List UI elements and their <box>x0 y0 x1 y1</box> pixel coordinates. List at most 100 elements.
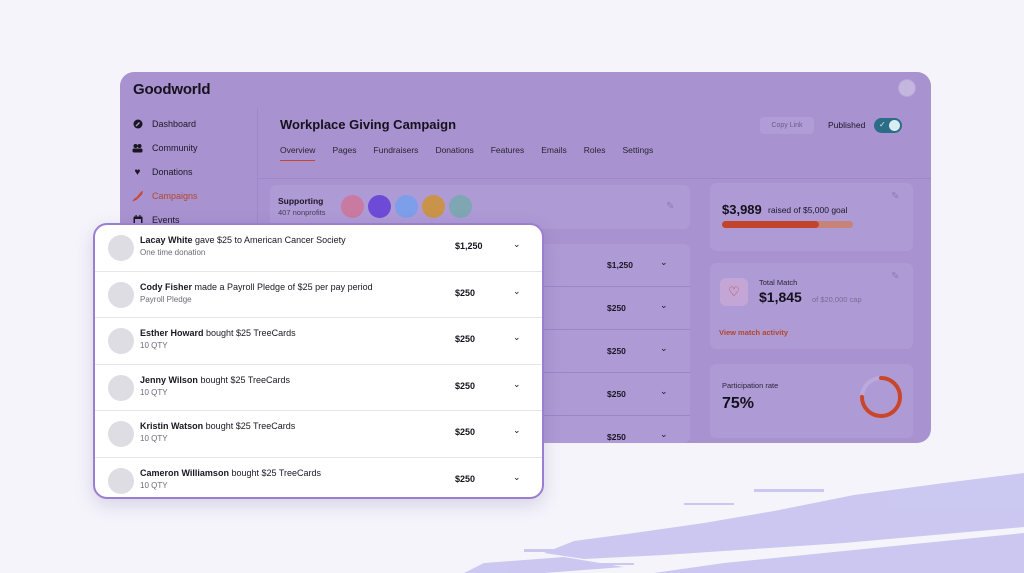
chevron-down-icon[interactable]: ⌄ <box>660 386 668 397</box>
activity-action: bought $25 TreeCards <box>197 374 290 385</box>
sidebar-item-dashboard[interactable]: Dashboard <box>132 112 252 136</box>
chevron-down-icon[interactable]: ⌄ <box>513 472 521 483</box>
nonprofit-avatar[interactable] <box>449 195 472 218</box>
sidebar-item-community[interactable]: Community <box>132 136 252 160</box>
donor-name: Cameron Williamson <box>140 467 229 478</box>
chevron-down-icon[interactable]: ⌄ <box>660 429 668 440</box>
supporting-title: Supporting <box>278 196 324 206</box>
sidebar-item-label: Donations <box>152 167 193 177</box>
chevron-down-icon[interactable]: ⌄ <box>660 257 668 268</box>
check-icon: ✓ <box>879 120 886 129</box>
activity-text: Cody Fisher made a Payroll Pledge of $25… <box>140 282 373 292</box>
list-item[interactable]: Lacay White gave $25 to American Cancer … <box>95 225 542 272</box>
donation-amount: $250 <box>607 432 626 442</box>
supporting-count: 407 nonprofits <box>278 208 326 217</box>
list-item[interactable]: Esther Howard bought $25 TreeCards 10 QT… <box>95 318 542 365</box>
activity-detail: 10 QTY <box>140 434 168 443</box>
activity-action: bought $25 TreeCards <box>228 467 321 478</box>
campaign-icon <box>132 190 143 202</box>
donation-amount: $250 <box>607 303 626 313</box>
donation-amount: $250 <box>607 346 626 356</box>
nonprofit-avatar[interactable] <box>422 195 445 218</box>
published-toggle[interactable]: ✓ <box>874 118 902 133</box>
tab-features[interactable]: Features <box>491 145 525 161</box>
sidebar-item-label: Dashboard <box>152 119 197 129</box>
tab-settings[interactable]: Settings <box>623 145 654 161</box>
activity-amount: $250 <box>455 427 476 437</box>
total-match-card: ♡ Total Match $1,845 of $20,000 cap View… <box>710 263 913 349</box>
activity-amount: $250 <box>455 380 476 391</box>
tab-pages[interactable]: Pages <box>332 145 356 161</box>
activity-detail: Payroll Pledge <box>140 294 192 304</box>
participation-card: Participation rate 75% <box>710 364 913 438</box>
activity-detail: 10 QTY <box>140 480 168 490</box>
tab-donations[interactable]: Donations <box>435 145 473 161</box>
heart-icon: ♥ <box>134 166 141 178</box>
avatar <box>108 235 134 261</box>
activity-text: Kristin Watson bought $25 TreeCards <box>140 421 295 431</box>
activity-detail: 10 QTY <box>140 387 168 397</box>
total-match-amount: $1,845 <box>759 289 802 305</box>
edit-icon[interactable]: ✎ <box>666 201 674 212</box>
heart-icon: ♡ <box>720 278 748 306</box>
donor-name: Jenny Wilson <box>140 374 198 385</box>
sidebar-item-campaigns[interactable]: Campaigns <box>132 184 252 208</box>
avatar <box>108 374 134 401</box>
activity-detail: One time donation <box>140 248 206 257</box>
activity-amount: $1,250 <box>455 241 483 251</box>
copy-link-button[interactable]: Copy Link <box>760 117 814 134</box>
activity-amount: $250 <box>455 473 476 484</box>
tab-emails[interactable]: Emails <box>541 145 567 161</box>
list-item[interactable]: Cameron Williamson bought $25 TreeCards … <box>95 458 542 498</box>
edit-icon[interactable]: ✎ <box>891 191 899 202</box>
chevron-down-icon[interactable]: ⌄ <box>513 379 521 390</box>
list-item[interactable]: Cody Fisher made a Payroll Pledge of $25… <box>95 272 542 318</box>
nonprofit-avatar[interactable] <box>341 195 364 218</box>
donation-amount: $1,250 <box>607 260 633 270</box>
activity-action: bought $25 TreeCards <box>203 328 296 338</box>
activity-text: Cameron Williamson bought $25 TreeCards <box>140 468 321 478</box>
nonprofit-avatars <box>341 195 472 218</box>
raised-amount: $3,989 <box>722 202 762 217</box>
edit-icon[interactable]: ✎ <box>891 271 899 282</box>
chevron-down-icon[interactable]: ⌄ <box>513 425 521 436</box>
tab-roles[interactable]: Roles <box>584 145 606 161</box>
nonprofit-avatar[interactable] <box>395 195 418 218</box>
list-item[interactable]: Kristin Watson bought $25 TreeCards 10 Q… <box>95 411 542 458</box>
page-title: Workplace Giving Campaign <box>280 117 457 132</box>
activity-amount: $250 <box>455 334 476 344</box>
chevron-down-icon[interactable]: ⌄ <box>660 300 668 311</box>
toggle-knob <box>889 120 900 131</box>
logo: Goodworld <box>133 81 211 98</box>
tab-fundraisers[interactable]: Fundraisers <box>374 145 419 161</box>
activity-action: made a Payroll Pledge of $25 per pay per… <box>192 281 373 292</box>
avatar <box>108 328 134 354</box>
tab-bar: Overview Pages Fundraisers Donations Fea… <box>280 145 670 161</box>
activity-amount: $250 <box>455 287 476 298</box>
participation-ring <box>860 376 902 418</box>
donation-activity-popup: Lacay White gave $25 to American Cancer … <box>93 223 544 499</box>
sidebar-item-donations[interactable]: ♥ Donations <box>132 160 252 184</box>
chevron-down-icon[interactable]: ⌄ <box>513 239 521 250</box>
chevron-down-icon[interactable]: ⌄ <box>513 332 521 343</box>
donor-name: Lacay White <box>140 235 193 245</box>
activity-action: gave $25 to American Cancer Society <box>192 235 346 245</box>
sidebar-item-label: Campaigns <box>152 191 198 201</box>
published-label: Published <box>828 120 866 130</box>
view-match-activity-link[interactable]: View match activity <box>719 328 788 337</box>
sidebar: Dashboard Community ♥ Donations Campaign… <box>132 112 252 232</box>
list-item[interactable]: Jenny Wilson bought $25 TreeCards 10 QTY… <box>95 365 542 411</box>
chevron-down-icon[interactable]: ⌄ <box>660 343 668 354</box>
user-avatar[interactable] <box>898 79 916 97</box>
tab-overview[interactable]: Overview <box>280 145 316 161</box>
avatar <box>108 421 134 447</box>
header-divider <box>258 178 931 179</box>
community-icon <box>132 143 143 154</box>
raised-progress-bar <box>722 221 853 228</box>
donor-name: Kristin Watson <box>140 421 204 431</box>
nonprofit-avatar[interactable] <box>368 195 391 218</box>
chevron-down-icon[interactable]: ⌄ <box>513 286 521 297</box>
donor-name: Esther Howard <box>140 328 204 338</box>
sidebar-item-label: Community <box>152 143 198 153</box>
avatar <box>108 281 134 308</box>
